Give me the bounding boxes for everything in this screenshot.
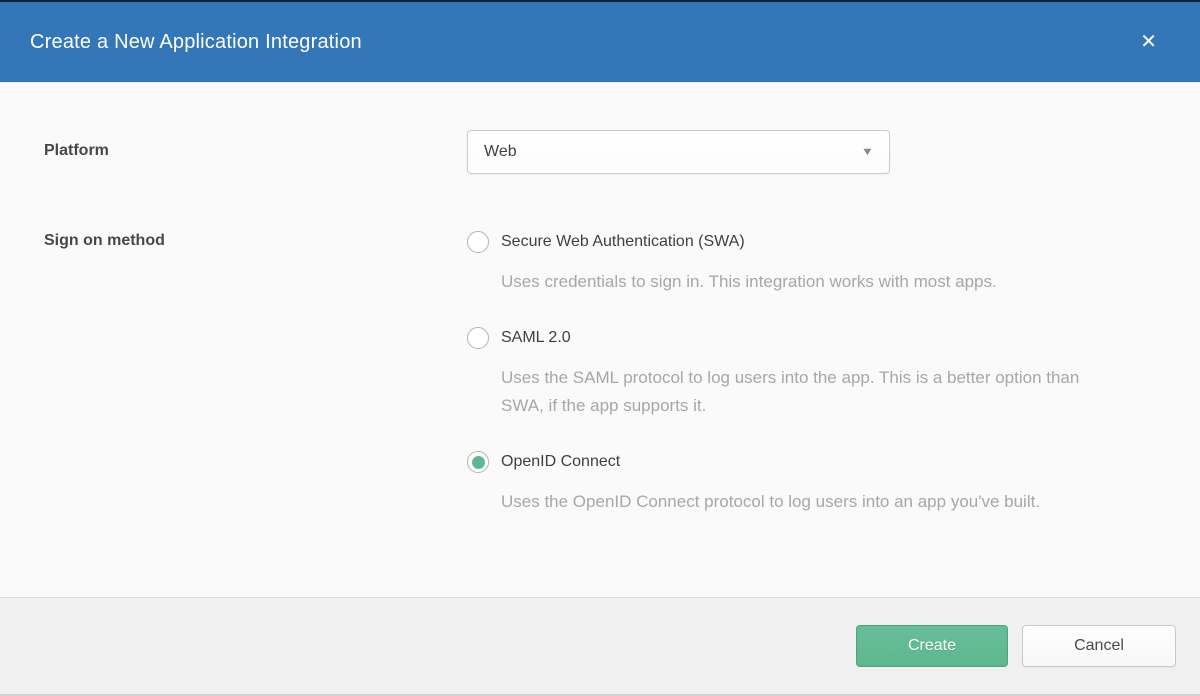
radio-selected-icon[interactable] (467, 451, 489, 473)
dialog-title: Create a New Application Integration (30, 31, 362, 54)
option-swa-label: Secure Web Authentication (SWA) (501, 233, 745, 251)
platform-row: Platform Web ▼ (44, 130, 1170, 174)
cancel-button[interactable]: Cancel (1022, 625, 1176, 667)
sign-on-method-label: Sign on method (44, 231, 467, 250)
option-openid: OpenID Connect Uses the OpenID Connect p… (467, 451, 1123, 516)
platform-select[interactable]: Web ▼ (467, 130, 890, 174)
create-app-integration-dialog: Create a New Application Integration ✕ P… (0, 0, 1200, 696)
radio-unselected-icon[interactable] (467, 231, 489, 253)
option-saml-label: SAML 2.0 (501, 329, 571, 347)
option-swa-description: Uses credentials to sign in. This integr… (501, 268, 1123, 296)
chevron-down-icon: ▼ (861, 146, 875, 158)
option-saml: SAML 2.0 Uses the SAML protocol to log u… (467, 327, 1123, 420)
option-openid-radio-row[interactable]: OpenID Connect (467, 451, 1123, 473)
platform-selected-value: Web (484, 143, 517, 161)
option-saml-radio-row[interactable]: SAML 2.0 (467, 327, 1123, 349)
dialog-footer: Create Cancel (0, 597, 1200, 696)
close-icon[interactable]: ✕ (1134, 28, 1163, 56)
option-openid-description: Uses the OpenID Connect protocol to log … (501, 488, 1123, 516)
option-swa: Secure Web Authentication (SWA) Uses cre… (467, 231, 1123, 296)
dialog-header: Create a New Application Integration ✕ (0, 2, 1200, 83)
create-button[interactable]: Create (856, 625, 1008, 667)
option-saml-description: Uses the SAML protocol to log users into… (501, 364, 1123, 420)
sign-on-options: Secure Web Authentication (SWA) Uses cre… (467, 231, 1123, 547)
option-openid-label: OpenID Connect (501, 453, 620, 471)
radio-unselected-icon[interactable] (467, 327, 489, 349)
option-swa-radio-row[interactable]: Secure Web Authentication (SWA) (467, 231, 1123, 253)
platform-label: Platform (44, 130, 467, 160)
sign-on-method-row: Sign on method Secure Web Authentication… (44, 231, 1170, 547)
dialog-body: Platform Web ▼ Sign on method Secure Web… (0, 83, 1200, 597)
